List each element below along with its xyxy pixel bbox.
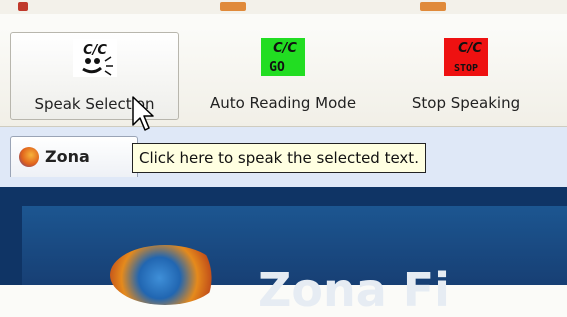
stop-speaking-icon: C/C STOP	[444, 38, 488, 76]
auto-reading-mode-button[interactable]: C/C GO Auto Reading Mode	[183, 32, 383, 120]
menu-icon-right	[420, 2, 446, 11]
firefox-icon	[19, 147, 39, 167]
tab-zona[interactable]: Zona	[10, 136, 138, 177]
tooltip: Click here to speak the selected text.	[132, 143, 426, 173]
top-menu-strip	[0, 0, 567, 14]
page-content: Zona Fi	[0, 187, 567, 317]
firefox-logo	[110, 245, 220, 305]
menu-icon-middle	[220, 2, 246, 11]
speak-icon-text: C/C	[83, 43, 107, 58]
auto-reading-mode-label: Auto Reading Mode	[209, 94, 357, 112]
stop-speaking-button[interactable]: C/C STOP Stop Speaking	[390, 32, 542, 120]
go-badge: GO	[269, 60, 285, 75]
auto-icon-text: C/C	[273, 41, 297, 56]
speak-selection-icon: C/C	[72, 39, 117, 77]
stop-speaking-label: Stop Speaking	[411, 94, 521, 112]
auto-reading-go-icon: C/C GO	[261, 38, 305, 76]
stop-icon-text: C/C	[458, 41, 482, 56]
page-heading: Zona Fi	[258, 263, 450, 317]
tab-title: Zona	[45, 147, 90, 166]
stop-badge: STOP	[454, 63, 478, 74]
clickcc-toolbar: C/C Speak Selection C/C GO Auto Reading …	[0, 28, 567, 127]
menu-icon-left	[18, 2, 28, 11]
mouse-pointer-icon	[132, 96, 154, 131]
